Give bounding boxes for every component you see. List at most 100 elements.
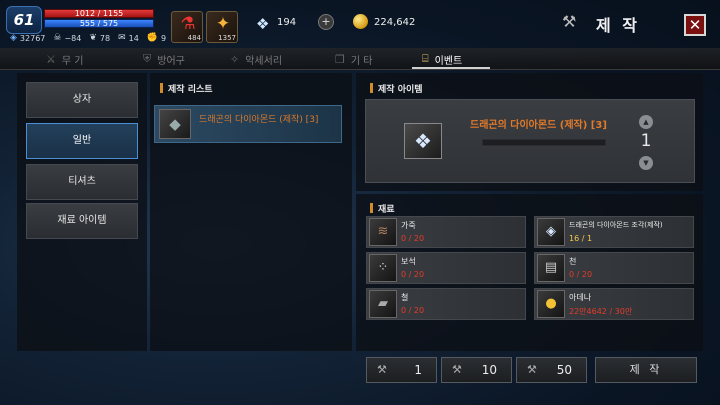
category-tshirt[interactable]: 티셔츠 [26,164,138,200]
stat-bag: ✉ 14 [118,32,139,44]
material-count: 0 / 20 [401,234,425,243]
stat-value: 32767 [19,33,46,43]
tab-label: 기 타 [350,55,373,67]
tab-weapons[interactable]: ⚔ 무 기 [46,48,83,70]
category-box[interactable]: 상자 [26,82,138,118]
adena-coins-icon: ● [537,290,565,318]
iron-ingot-icon: ▰ [369,290,397,318]
tab-label: 방어구 [157,55,185,67]
stat-value: 78 [99,33,111,43]
craft-list-header: 제작 리스트 [160,82,213,95]
stat-row: ◈ 32767 ☠ −84 ❦ 78 ✉ 14 ✊ 9 [10,32,166,44]
level-badge: 61 [6,6,42,34]
tab-label: 이벤트 [434,55,463,67]
craft-button[interactable]: 제 작 [595,357,697,383]
scroll-quick-slot[interactable]: ✦ 1357 [206,11,238,43]
quantity-decrease-button[interactable]: ▼ [639,156,653,170]
craft-list-panel: 제작 리스트 ◆ 드래곤의 다이아몬드 (제작) [3] [150,73,352,351]
material-slot[interactable]: ▤ 천 0 / 20 [534,252,694,284]
diamond-rough-icon: ◆ [159,109,191,139]
craft-batch-1-button[interactable]: ⚒ 1 [366,357,437,383]
hammer-icon: ⚒ [377,363,387,376]
potion-quick-slot[interactable]: ⚗ 484 [171,11,203,43]
material-name: 천 [569,257,577,266]
material-count: 0 / 20 [569,270,593,279]
material-count: 0 / 20 [401,270,425,279]
hammer-icon: ⚒ [452,363,462,376]
diamond-icon: ❖ [404,123,442,159]
material-slot[interactable]: ▰ 철 0 / 20 [366,288,526,320]
fist-icon: ✊ [146,33,159,43]
material-slot[interactable]: ● 아데나 22만4642 / 30만 [534,288,694,320]
material-name: 보석 [401,257,416,266]
craft-item-box: ❖ 드래곤의 다이아몬드 (제작) [3] ▲ 1 ▼ [365,99,695,183]
slot-count: 484 [187,34,201,42]
gems-icon: ⁘ [369,254,397,282]
gift-icon: ⌸ [422,52,429,65]
craft-item-panel: 제작 아이템 ❖ 드래곤의 다이아몬드 (제작) [3] ▲ 1 ▼ [356,73,703,191]
add-currency-button[interactable]: + [318,14,334,30]
triangle-down-icon: ▼ [643,159,649,167]
ring-icon: ✧ [230,52,240,66]
category-panel: 상자 일반 티셔츠 재료 아이템 [17,73,147,351]
stat-skull: ☠ −84 [53,32,81,44]
category-tabs: ⚔ 무 기 ⛨ 방어구 ✧ 악세서리 ❒ 기 타 ⌸ 이벤트 [0,48,720,70]
craft-item-name: 드래곤의 다이아몬드 (제작) [3] [470,120,607,131]
tab-armor[interactable]: ⛨ 방어구 [143,48,185,70]
batch-count: 1 [414,363,422,377]
material-name: 철 [401,293,409,302]
swords-icon: ⚔ [46,52,56,66]
list-item[interactable]: ◆ 드래곤의 다이아몬드 (제작) [3] [154,105,342,143]
tab-accessories[interactable]: ✧ 악세서리 [230,48,282,70]
mp-bar: 555 / 575 [44,19,154,28]
material-slot[interactable]: ≋ 가죽 0 / 20 [366,216,526,248]
materials-panel: 재료 ≋ 가죽 0 / 20 ◈ 드래곤의 다이아몬드 조각(제작) 16 / … [356,194,703,351]
stat-wing: ❦ 78 [89,32,110,44]
red-potion-icon: ⚗ [180,14,196,34]
crystal-currency-icon: ❖ [256,15,270,33]
stat-value: 14 [128,33,139,43]
box-icon: ❒ [335,52,345,66]
list-item-name: 드래곤의 다이아몬드 (제작) [3] [199,115,319,125]
batch-count: 50 [556,363,572,377]
material-slot[interactable]: ◈ 드래곤의 다이아몬드 조각(제작) 16 / 1 [534,216,694,248]
stat-value: −84 [64,33,82,43]
tab-label: 악세서리 [245,55,283,67]
craft-item-header: 제작 아이템 [370,82,423,95]
top-hud: 61 1012 / 1155 555 / 575 ◈ 32767 ☠ −84 ❦ 78… [0,0,720,48]
gold-value: 224,642 [374,17,416,28]
crystal-currency-value: 194 [277,17,297,28]
active-tab-indicator [412,67,490,69]
craft-batch-10-button[interactable]: ⚒ 10 [441,357,512,383]
craft-batch-50-button[interactable]: ⚒ 50 [516,357,587,383]
close-button[interactable]: ✕ [684,14,706,36]
material-slot[interactable]: ⁘ 보석 0 / 20 [366,252,526,284]
material-name: 아데나 [569,293,592,302]
material-count: 0 / 20 [401,306,425,315]
material-name: 가죽 [401,221,416,230]
stat-fist: ✊ 9 [147,32,166,44]
hp-bar: 1012 / 1155 [44,9,154,18]
skull-icon: ☠ [53,33,62,43]
flame-scroll-icon: ✦ [215,14,231,34]
craft-progress-bar [482,139,606,146]
material-count: 22만4642 / 30만 [569,307,633,316]
tab-etc[interactable]: ❒ 기 타 [335,48,372,70]
slot-count: 1357 [218,34,236,42]
triangle-up-icon: ▲ [643,118,649,126]
materials-header: 재료 [370,202,395,215]
category-general[interactable]: 일반 [26,123,138,159]
category-material-items[interactable]: 재료 아이템 [26,203,138,239]
leather-icon: ≋ [369,218,397,246]
wing-icon: ❦ [89,33,97,43]
batch-count: 10 [481,363,497,377]
quantity-increase-button[interactable]: ▲ [639,115,653,129]
tab-label: 무 기 [61,55,84,67]
bag-icon: ✉ [118,33,126,43]
cloth-icon: ▤ [537,254,565,282]
window-title: 제 작 [596,16,641,35]
material-count: 16 / 1 [569,234,593,243]
stat-value: 9 [161,33,167,43]
stat-crystal: ◈ 32767 [10,32,45,44]
gold-coin-icon [353,14,368,29]
